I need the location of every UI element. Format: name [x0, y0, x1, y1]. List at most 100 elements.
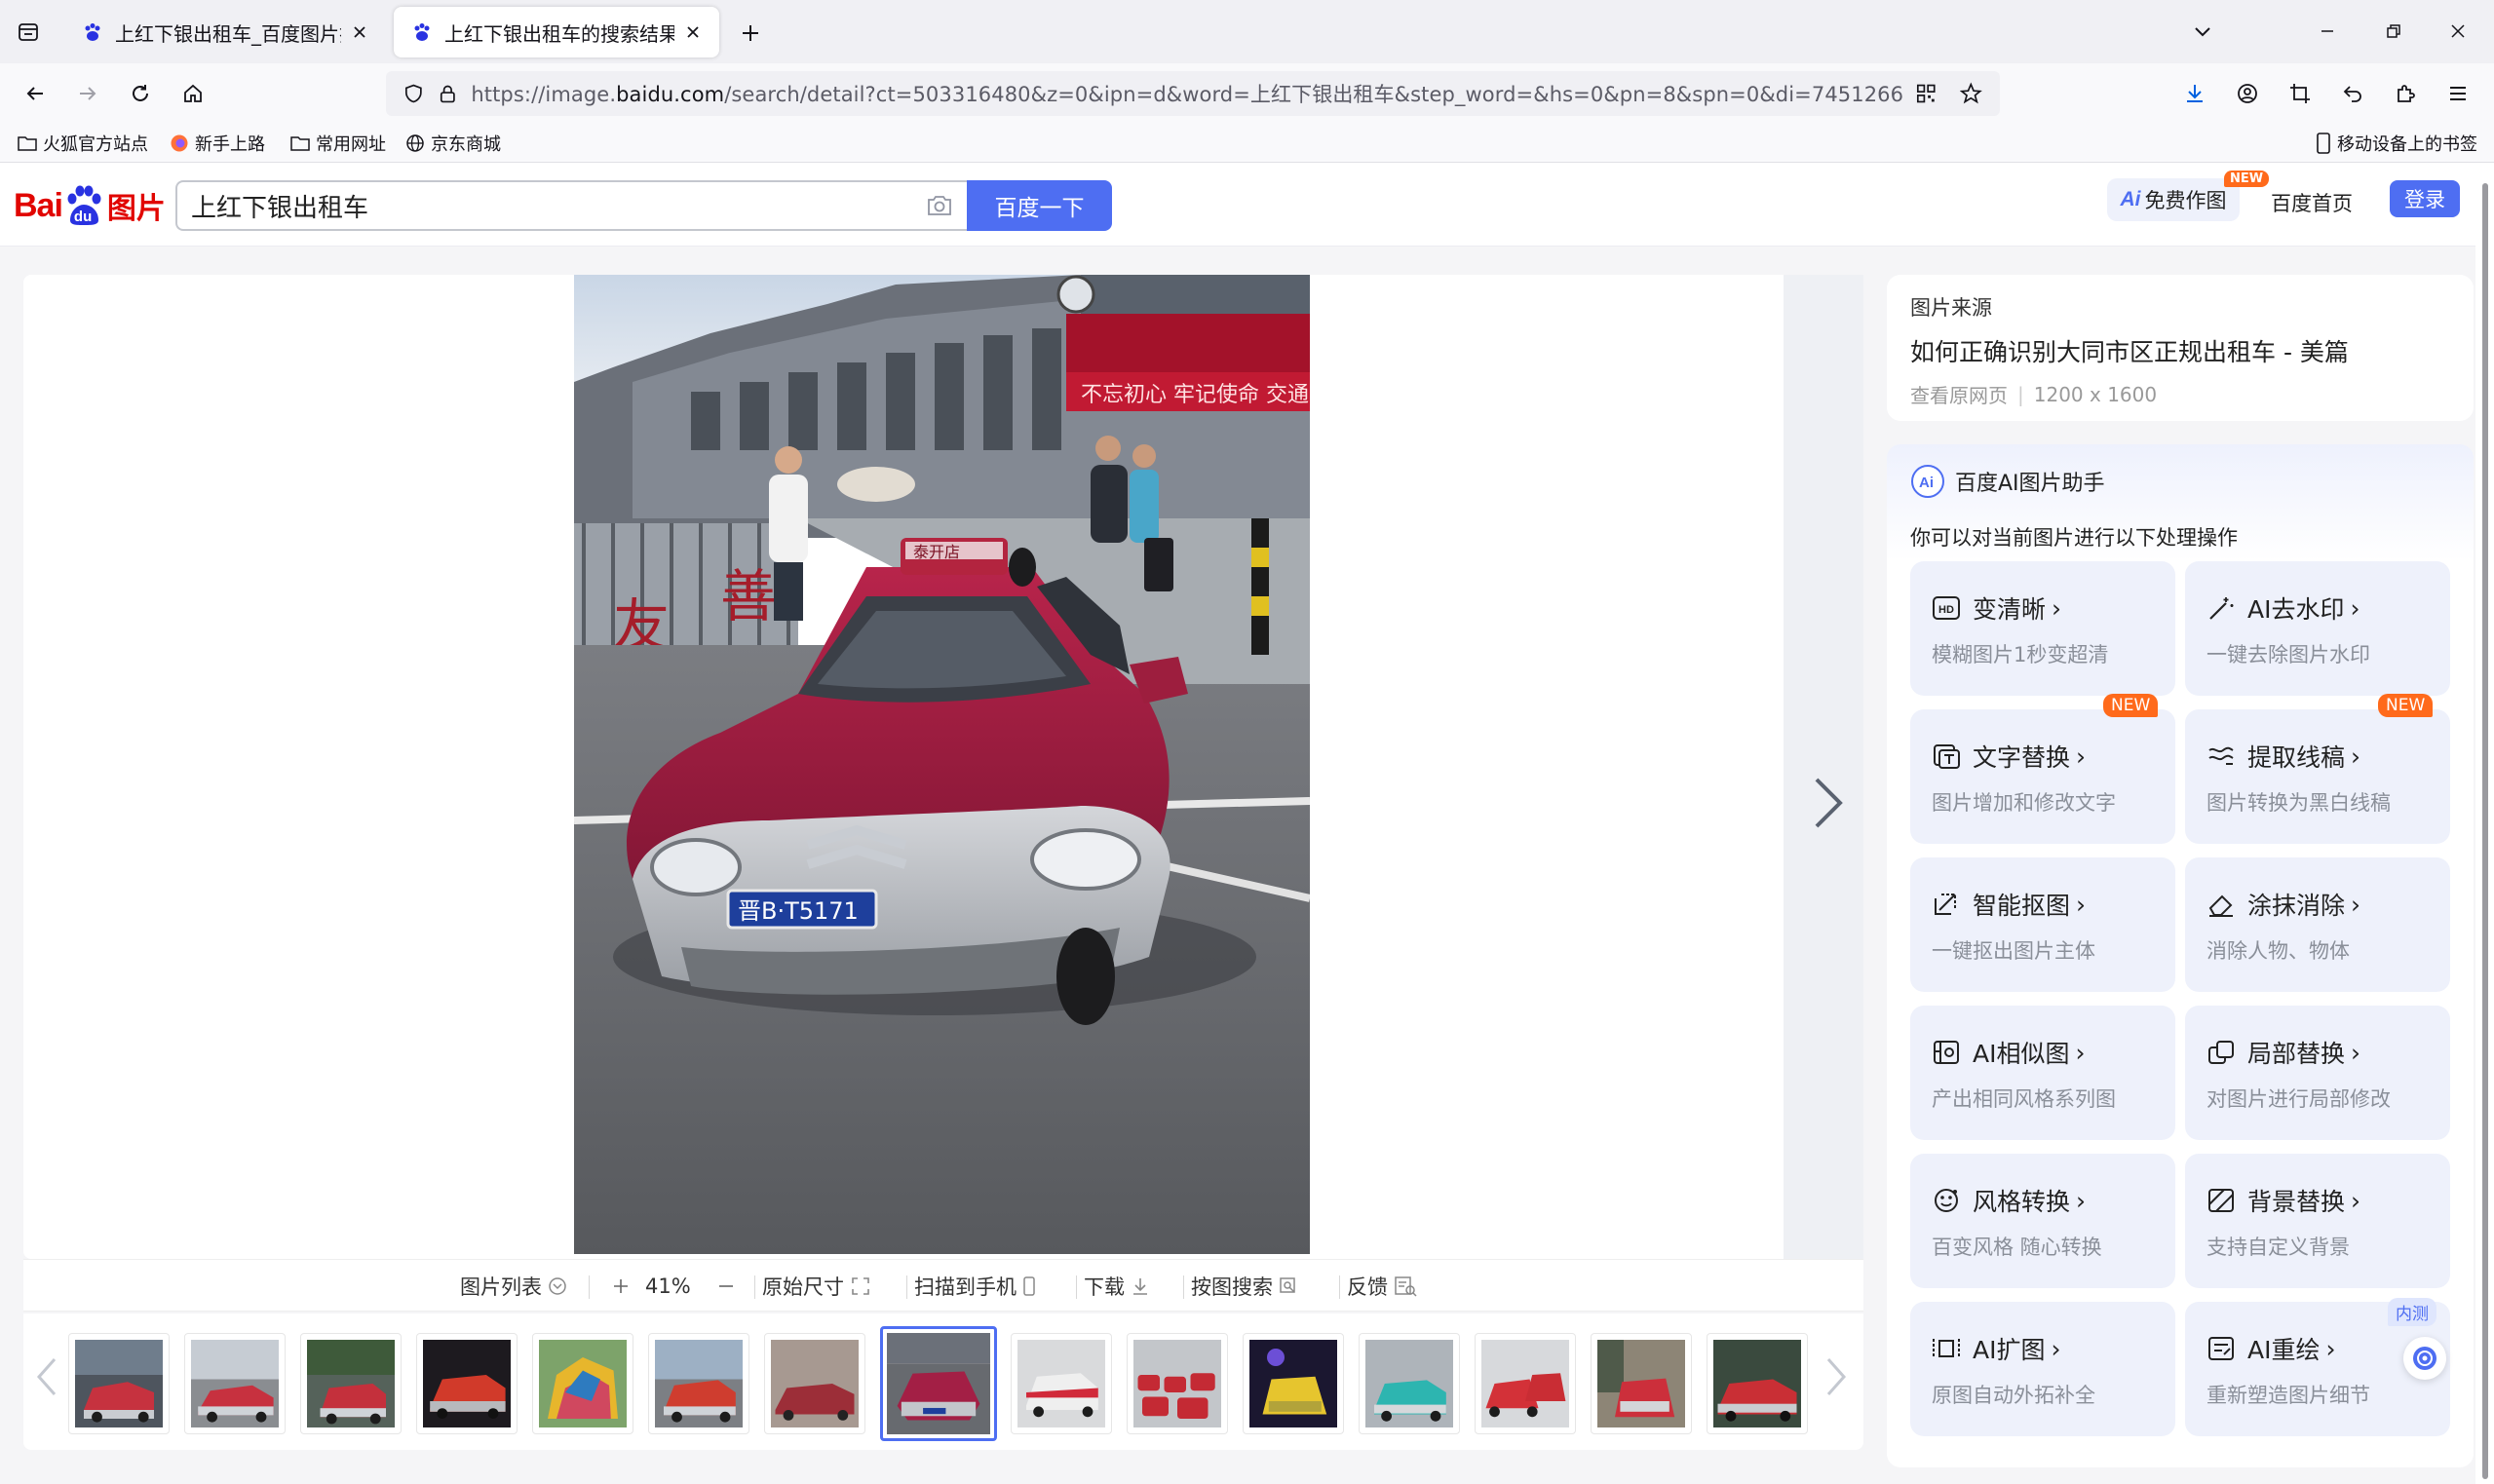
- ai-tool-partial-replace[interactable]: 局部替换 › 对图片进行局部修改: [2185, 1006, 2450, 1140]
- downloads-button[interactable]: [2175, 74, 2214, 113]
- account-button[interactable]: [2228, 74, 2267, 113]
- tab-close-icon[interactable]: [680, 19, 706, 45]
- svg-text:晋B·T5171: 晋B·T5171: [738, 897, 859, 925]
- thumbnail-item[interactable]: [1591, 1333, 1692, 1434]
- thumbnail-item[interactable]: [1127, 1333, 1228, 1434]
- thumbnail-item[interactable]: [1359, 1333, 1460, 1434]
- home-button[interactable]: [173, 74, 212, 113]
- shield-icon[interactable]: [403, 83, 424, 104]
- bookmark-item[interactable]: 火狐官方站点: [12, 130, 154, 157]
- image-size: 1200 x 1600: [2033, 382, 2158, 406]
- thumbnail-item[interactable]: [416, 1333, 518, 1434]
- thumbnail-item-selected[interactable]: [880, 1326, 997, 1441]
- toolbar-divider: [754, 1275, 755, 1299]
- ai-tool-background-replace[interactable]: 背景替换 › 支持自定义背景: [2185, 1154, 2450, 1288]
- thumbnail-item[interactable]: [764, 1333, 865, 1434]
- close-window-button[interactable]: [2431, 10, 2485, 53]
- image-list-button[interactable]: 图片列表: [460, 1260, 567, 1313]
- ai-panel-header: Ai 百度AI图片助手: [1910, 464, 2105, 499]
- bookmark-item[interactable]: 常用网址: [285, 130, 392, 157]
- ai-tool-style-transfer[interactable]: 风格转换 › 百变风格 随心转换: [1910, 1154, 2175, 1288]
- next-image-button[interactable]: [1807, 772, 1850, 834]
- assistant-bubble-icon: [2413, 1347, 2436, 1370]
- minimize-button[interactable]: [2300, 10, 2355, 53]
- restore-button[interactable]: [2366, 10, 2421, 53]
- tab-close-icon[interactable]: [347, 19, 372, 45]
- thumbnail-item[interactable]: [648, 1333, 749, 1434]
- view-original-link[interactable]: 查看原网页: [1910, 380, 2008, 408]
- download-button[interactable]: 下载: [1084, 1260, 1150, 1313]
- toolbar-divider: [1183, 1275, 1184, 1299]
- ai-tool-eraser[interactable]: 涂抹消除 › 消除人物、物体: [2185, 857, 2450, 992]
- mobile-bookmarks[interactable]: 移动设备上的书签: [2310, 130, 2483, 157]
- thumbnail-item[interactable]: [532, 1333, 633, 1434]
- qr-code-icon[interactable]: [1915, 82, 1938, 105]
- meta-divider: |: [2017, 382, 2024, 406]
- thumbnail-next-button[interactable]: [1817, 1343, 1856, 1411]
- tab-baidu-image-search[interactable]: 上红下银出租车_百度图片搜索: [64, 7, 386, 57]
- source-meta: 查看原网页 | 1200 x 1600: [1910, 380, 2450, 408]
- fullscreen-icon: [852, 1277, 869, 1295]
- magic-wand-icon: [2209, 597, 2234, 620]
- lock-icon[interactable]: [438, 83, 458, 104]
- ai-tool-enhance[interactable]: HD 变清晰 › 模糊图片1秒变超清: [1910, 561, 2175, 696]
- baidu-image-logo[interactable]: Bai du 图片: [14, 176, 166, 235]
- new-tab-button[interactable]: [733, 16, 768, 51]
- firefox-icon: [171, 134, 188, 152]
- url-text[interactable]: https://image.baidu.com/search/detail?ct…: [471, 79, 1903, 108]
- thumbnail-item[interactable]: [300, 1333, 402, 1434]
- tab-list-button[interactable]: [10, 14, 47, 51]
- bookmark-item[interactable]: 新手上路: [164, 130, 271, 157]
- zoom-in-button[interactable]: [612, 1260, 630, 1313]
- search-input[interactable]: 上红下银出租车: [175, 180, 967, 231]
- ai-tool-text-replace[interactable]: 文字替换 › 图片增加和修改文字: [1910, 709, 2175, 844]
- source-title-link[interactable]: 如何正确识别大同市区正规出租车 - 美篇: [1910, 333, 2450, 368]
- thumbnail-item[interactable]: [1707, 1333, 1808, 1434]
- search-query[interactable]: 上红下银出租车: [191, 188, 926, 224]
- chevron-circle-icon: [549, 1277, 566, 1295]
- thumbnail-item[interactable]: [1011, 1333, 1112, 1434]
- tab-baidu-image-detail[interactable]: 上红下银出租车的搜索结果_百度图片: [394, 7, 719, 57]
- thumbnail-item[interactable]: [1475, 1333, 1576, 1434]
- feedback-button[interactable]: 反馈: [1347, 1260, 1417, 1313]
- home-icon: [184, 84, 202, 102]
- forward-button[interactable]: [68, 74, 107, 113]
- ai-tool-expand[interactable]: AI扩图 › 原图自动外拓补全: [1910, 1302, 2175, 1436]
- thumbnail-prev-button[interactable]: [27, 1343, 66, 1411]
- star-icon[interactable]: [1960, 82, 1982, 105]
- undo-icon: [2343, 86, 2361, 102]
- list-all-tabs-button[interactable]: [2185, 14, 2220, 49]
- ai-assistant-float-button[interactable]: [2403, 1337, 2446, 1380]
- back-button[interactable]: [16, 74, 55, 113]
- login-button[interactable]: 登录: [2390, 180, 2460, 217]
- page-scrollbar[interactable]: [2479, 175, 2491, 1481]
- thumbnail-item[interactable]: [68, 1333, 170, 1434]
- url-bar[interactable]: https://image.baidu.com/search/detail?ct…: [386, 71, 2000, 116]
- search-by-image-button[interactable]: 按图搜索: [1191, 1260, 1298, 1313]
- bookmark-item[interactable]: 京东商城: [400, 130, 507, 157]
- zoom-out-button[interactable]: [717, 1260, 735, 1313]
- screenshot-button[interactable]: [2281, 74, 2320, 113]
- free-ai-draw-button[interactable]: Ai 免费作图: [2107, 178, 2240, 221]
- camera-icon[interactable]: [926, 194, 953, 217]
- thumbnail-item[interactable]: [184, 1333, 286, 1434]
- reload-icon: [133, 85, 148, 101]
- search-button[interactable]: 百度一下: [967, 180, 1112, 231]
- baidu-home-link[interactable]: 百度首页: [2271, 188, 2353, 217]
- ai-tool-cutout[interactable]: 智能抠图 › 一键抠出图片主体: [1910, 857, 2175, 992]
- reload-button[interactable]: [121, 74, 160, 113]
- scan-to-phone-button[interactable]: 扫描到手机: [914, 1260, 1036, 1313]
- main-image[interactable]: 不忘初心 牢记使命 交通强国 铁路先 友 善: [574, 275, 1310, 1254]
- original-size-button[interactable]: 原始尺寸: [762, 1260, 871, 1313]
- ai-tool-watermark-removal[interactable]: AI去水印 › 一键去除图片水印: [2185, 561, 2450, 696]
- feedback-icon: [1395, 1276, 1417, 1297]
- extensions-button[interactable]: [2386, 74, 2425, 113]
- thumbnail-item[interactable]: [1243, 1333, 1344, 1434]
- ai-tool-line-art[interactable]: 提取线稿 › 图片转换为黑白线稿: [2185, 709, 2450, 844]
- menu-button[interactable]: [2438, 74, 2477, 113]
- toolbar-divider: [1339, 1275, 1340, 1299]
- download-icon: [2187, 85, 2203, 102]
- plus-icon: [614, 1279, 628, 1293]
- ai-tool-similar[interactable]: AI相似图 › 产出相同风格系列图: [1910, 1006, 2175, 1140]
- undo-button[interactable]: [2333, 74, 2372, 113]
